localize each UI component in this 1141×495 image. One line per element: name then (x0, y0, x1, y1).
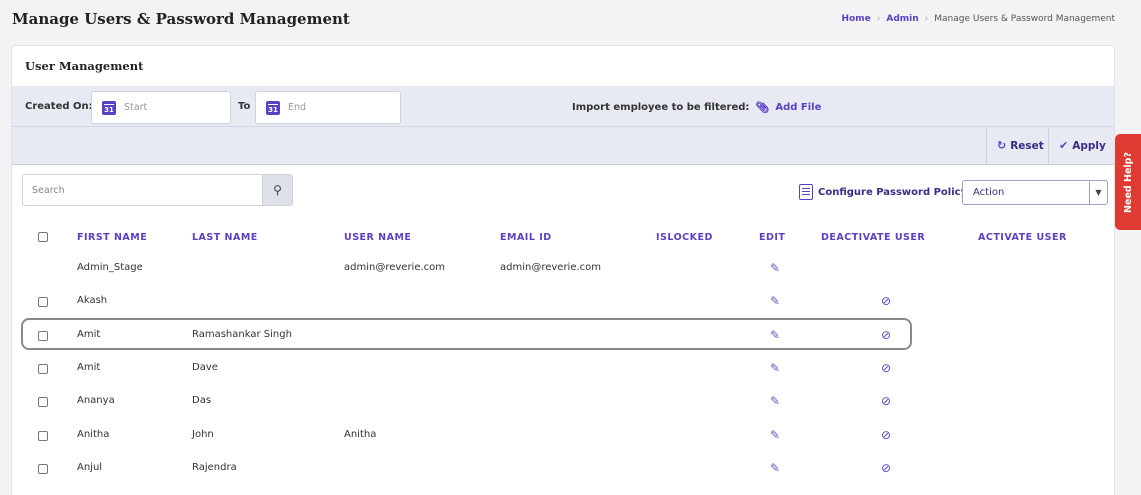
need-help-button[interactable]: Need Help? (1115, 134, 1141, 230)
selected-row-highlight (21, 318, 912, 350)
search-box: ⚲ (22, 174, 293, 206)
add-file-link[interactable]: Add File (775, 102, 821, 113)
cell-user-name: Anitha (344, 429, 377, 440)
start-date-placeholder: Start (124, 102, 148, 113)
cell-first-name: Anitha (77, 429, 110, 440)
user-management-card: User Management Created On: 31 Start To … (11, 45, 1115, 495)
breadcrumb-admin[interactable]: Admin (886, 14, 918, 24)
cell-user-name: admin@reverie.com (344, 262, 446, 273)
edit-icon[interactable]: ✎ (770, 461, 780, 475)
need-help-label: Need Help? (1122, 151, 1134, 213)
breadcrumb: Home › Admin › Manage Users & Password M… (842, 14, 1115, 24)
breadcrumb-current: Manage Users & Password Management (934, 14, 1115, 24)
paperclip-icon[interactable]: 📎︎ (755, 101, 769, 114)
action-selected-value: Action (973, 187, 1005, 198)
header-activate-user: ACTIVATE USER (978, 232, 1067, 243)
cell-last-name: Das (192, 395, 212, 406)
action-select[interactable]: Action ▼ (962, 180, 1108, 205)
table-row: Ananya Das ✎ ⊘ (12, 385, 1114, 418)
import-label: Import employee to be filtered: (572, 102, 750, 113)
filter-actions: ↻ Reset ✔ Apply (12, 127, 1114, 165)
row-checkbox[interactable] (38, 364, 48, 374)
table-row: Amit Dave ✎ ⊘ (12, 352, 1114, 385)
refresh-icon: ↻ (997, 139, 1007, 152)
table-row: Anitha John Anitha ✎ ⊘ (12, 419, 1114, 452)
table-header: FIRST NAME LAST NAME USER NAME EMAIL ID … (12, 220, 1114, 252)
reset-button[interactable]: ↻ Reset (986, 127, 1048, 164)
header-deactivate-user: DEACTIVATE USER (821, 232, 926, 243)
deactivate-icon[interactable]: ⊘ (881, 428, 891, 442)
calendar-icon: 31 (266, 100, 280, 115)
reset-label: Reset (1010, 139, 1044, 152)
table-row: Anjul Rajendra ✎ ⊘ (12, 452, 1114, 485)
select-all-checkbox[interactable] (38, 232, 48, 242)
header-edit: EDIT (759, 232, 786, 243)
edit-icon[interactable]: ✎ (770, 428, 780, 442)
edit-icon[interactable]: ✎ (770, 294, 780, 308)
to-label: To (238, 101, 251, 112)
search-input[interactable] (23, 175, 262, 205)
header-email-id[interactable]: EMAIL ID (500, 232, 552, 243)
end-date-field[interactable]: 31 End (255, 91, 401, 124)
import-employee: Import employee to be filtered: 📎︎ Add F… (572, 101, 821, 114)
chevron-right-icon: › (924, 14, 929, 24)
edit-icon[interactable]: ✎ (770, 261, 780, 275)
check-circle-icon: ✔ (1059, 139, 1069, 152)
chevron-down-icon[interactable]: ▼ (1089, 181, 1107, 204)
filter-row: Created On: 31 Start To 31 End Import em… (12, 87, 1114, 127)
filter-panel: Created On: 31 Start To 31 End Import em… (12, 87, 1114, 165)
cell-last-name: John (192, 429, 214, 440)
row-checkbox[interactable] (38, 297, 48, 307)
edit-icon[interactable]: ✎ (770, 361, 780, 375)
cell-first-name: Ananya (77, 395, 115, 406)
end-date-placeholder: End (288, 102, 307, 113)
deactivate-icon[interactable]: ⊘ (881, 294, 891, 308)
configure-policy-label: Configure Password Policy (818, 186, 968, 198)
header-first-name[interactable]: FIRST NAME (77, 232, 147, 243)
edit-icon[interactable]: ✎ (770, 394, 780, 408)
configure-password-policy-button[interactable]: Configure Password Policy (799, 184, 967, 200)
header-last-name[interactable]: LAST NAME (192, 232, 258, 243)
row-checkbox[interactable] (38, 464, 48, 474)
apply-button[interactable]: ✔ Apply (1048, 127, 1114, 164)
deactivate-icon[interactable]: ⊘ (881, 394, 891, 408)
chevron-right-icon: › (876, 14, 881, 24)
cell-first-name: Akash (77, 295, 108, 306)
cell-first-name: Amit (77, 362, 101, 373)
cell-last-name: Rajendra (192, 462, 237, 473)
search-icon[interactable]: ⚲ (262, 175, 292, 205)
document-settings-icon (799, 184, 813, 200)
row-checkbox[interactable] (38, 397, 48, 407)
cell-last-name: Dave (192, 362, 218, 373)
table-row: Akash ✎ ⊘ (12, 285, 1114, 318)
deactivate-icon[interactable]: ⊘ (881, 361, 891, 375)
start-date-field[interactable]: 31 Start (91, 91, 231, 124)
header-islocked[interactable]: ISLOCKED (656, 232, 713, 243)
table-row: Admin_Stage admin@reverie.com admin@reve… (12, 252, 1114, 285)
apply-label: Apply (1072, 139, 1106, 152)
card-title: User Management (12, 46, 1114, 87)
cell-first-name: Admin_Stage (77, 262, 143, 273)
row-checkbox[interactable] (38, 431, 48, 441)
created-on-label: Created On: (25, 101, 93, 112)
breadcrumb-home[interactable]: Home (842, 14, 871, 24)
header-user-name[interactable]: USER NAME (344, 232, 411, 243)
cell-first-name: Anjul (77, 462, 103, 473)
calendar-icon: 31 (102, 100, 116, 115)
deactivate-icon[interactable]: ⊘ (881, 461, 891, 475)
page-title: Manage Users & Password Management (12, 10, 350, 28)
cell-email-id: admin@reverie.com (500, 262, 602, 273)
